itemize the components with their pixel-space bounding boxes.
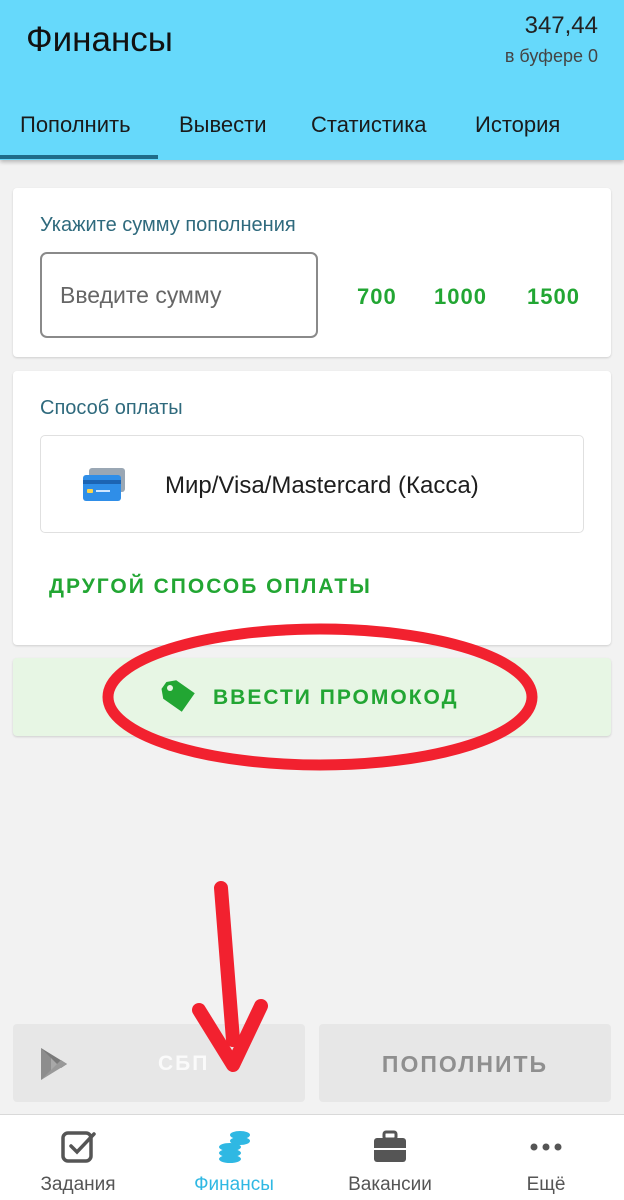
nav-item-more[interactable]: Ещё (468, 1115, 624, 1200)
page-title: Финансы (26, 20, 173, 59)
active-tab-indicator (0, 155, 158, 159)
sbp-logo-icon (41, 1048, 67, 1080)
briefcase-icon (374, 1130, 406, 1162)
nav-item-tasks[interactable]: Задания (0, 1115, 156, 1200)
bottom-navigation: Задания Финансы Вакансии Ещё (0, 1114, 624, 1200)
tab-history[interactable]: История (475, 112, 560, 138)
buffer-text: в буфере 0 (504, 46, 598, 66)
checkbox-icon (61, 1131, 96, 1163)
other-payment-method-button[interactable]: ДРУГОЙ СПОСОБ ОПЛАТЫ (49, 575, 372, 599)
tab-topup[interactable]: Пополнить (20, 112, 131, 138)
tag-icon (161, 680, 195, 712)
promo-code-button[interactable]: ВВЕСТИ ПРОМОКОД (13, 658, 611, 736)
sbp-label: СБП (158, 1052, 210, 1075)
topup-button[interactable]: ПОПОЛНИТЬ (319, 1024, 611, 1102)
tab-bar: Пополнить Вывести Статистика История (0, 100, 624, 160)
payment-method-selector[interactable]: Мир/Visa/Mastercard (Касса) (40, 435, 584, 533)
nav-label-vacancies: Вакансии (348, 1174, 432, 1195)
tab-withdraw[interactable]: Вывести (179, 112, 267, 138)
nav-label-more: Ещё (526, 1174, 566, 1195)
nav-label-finance: Финансы (194, 1174, 274, 1195)
balance-value: 347,44 (524, 12, 598, 39)
promo-code-label: ВВЕСТИ ПРОМОКОД (213, 686, 459, 709)
quick-amount-1500[interactable]: 1500 (527, 284, 580, 310)
payment-card-label: Способ оплаты (40, 397, 183, 419)
coins-icon (219, 1131, 250, 1163)
payment-card: Способ оплаты Мир/Visa/Mastercard (Касса… (13, 371, 611, 645)
quick-amount-700[interactable]: 700 (357, 284, 397, 310)
nav-item-finance[interactable]: Финансы (156, 1115, 312, 1200)
payment-method-label: Мир/Visa/Mastercard (Касса) (165, 472, 479, 499)
quick-amount-1000[interactable]: 1000 (434, 284, 487, 310)
nav-label-tasks: Задания (40, 1174, 116, 1195)
topup-label: ПОПОЛНИТЬ (381, 1051, 549, 1077)
app-bar: Финансы 347,44 в буфере 0 Пополнить Выве… (0, 0, 624, 160)
credit-card-icon (83, 468, 125, 501)
amount-input[interactable] (40, 252, 318, 338)
more-dots-icon (530, 1143, 562, 1151)
amount-card: Укажите сумму пополнения 700 1000 1500 (13, 188, 611, 357)
nav-item-vacancies[interactable]: Вакансии (312, 1115, 468, 1200)
amount-card-label: Укажите сумму пополнения (40, 214, 296, 236)
sbp-button[interactable]: СБП (13, 1024, 305, 1102)
tab-statistics[interactable]: Статистика (311, 112, 427, 138)
